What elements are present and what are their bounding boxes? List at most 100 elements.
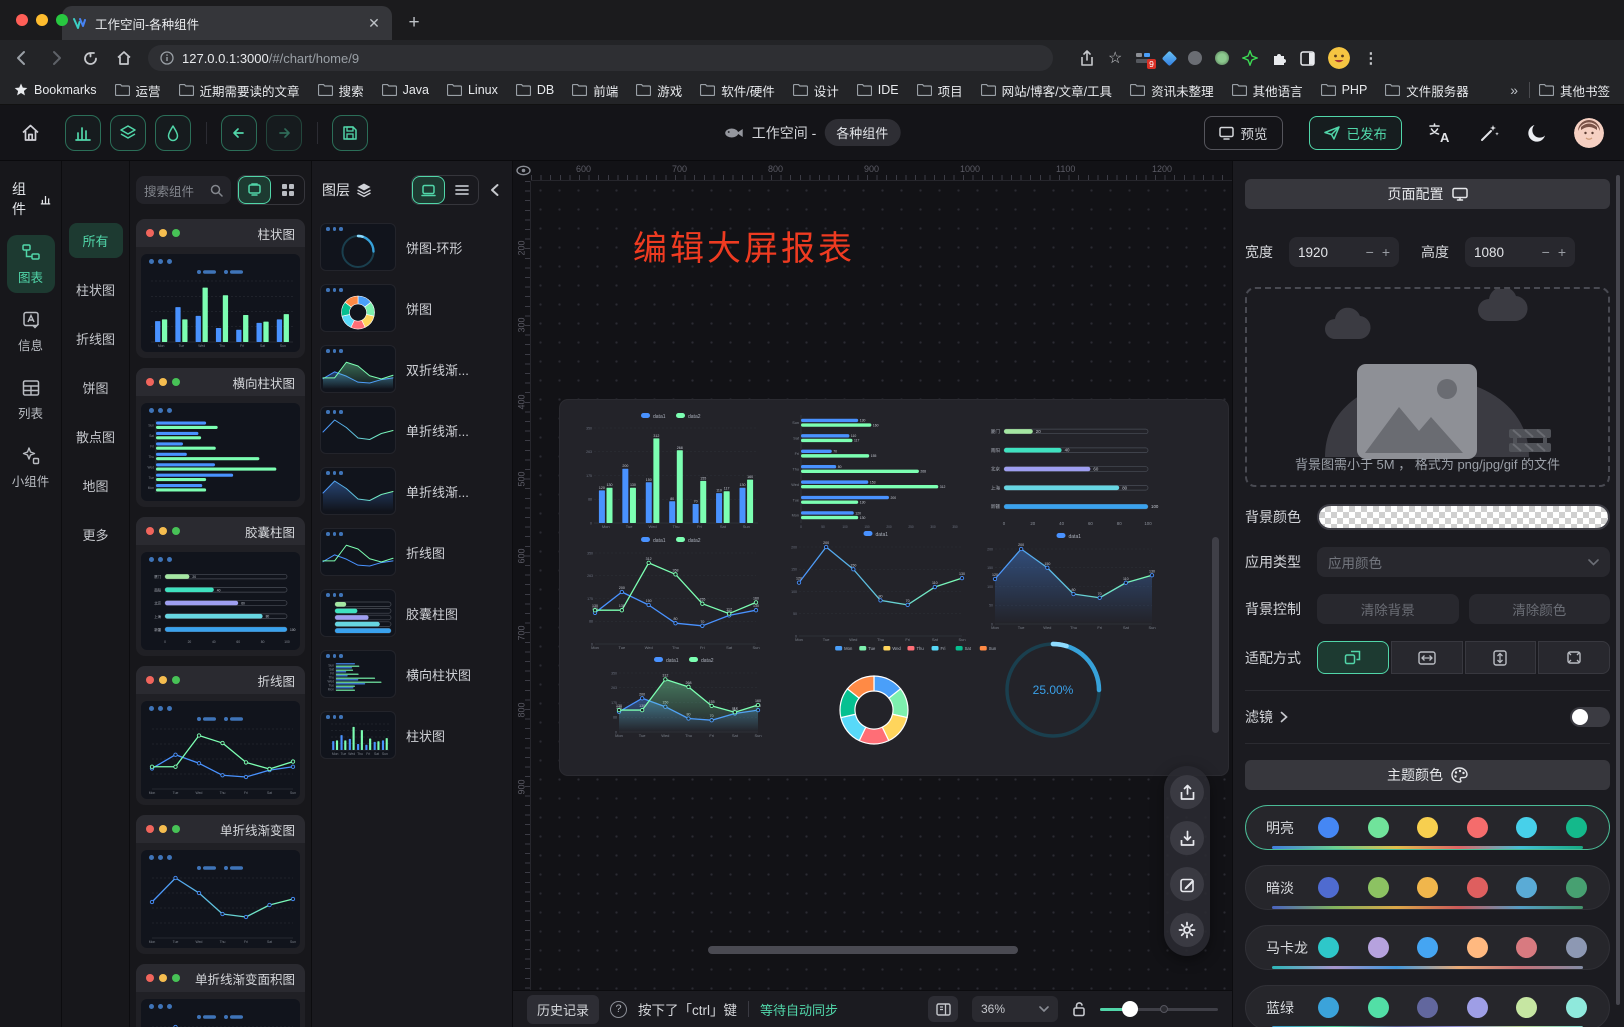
sidebar-item-widgets[interactable]: 小组件	[7, 439, 55, 497]
bookmarks-overflow-icon[interactable]: »	[1510, 82, 1518, 98]
chevron-right-icon[interactable]	[1280, 711, 1288, 723]
sidebar-toggle-icon[interactable]	[1300, 51, 1315, 66]
layer-item[interactable]: 双折线渐...	[320, 345, 504, 393]
vertical-scrollbar[interactable]	[1212, 537, 1219, 733]
theme-color-dot[interactable]	[1467, 877, 1488, 898]
import-button[interactable]	[1170, 821, 1204, 855]
theme-color-dot[interactable]	[1318, 817, 1339, 838]
chart-category-item[interactable]: 所有	[69, 223, 123, 258]
bookmark-folder[interactable]: 项目	[917, 81, 963, 100]
theme-color-dot[interactable]	[1368, 997, 1389, 1018]
extension-icon-gray[interactable]	[1188, 51, 1202, 65]
bg-color-swatch[interactable]	[1317, 504, 1610, 530]
reload-icon[interactable]	[80, 48, 100, 68]
export-button[interactable]	[1170, 775, 1204, 809]
bookmark-folder[interactable]: 文件服务器	[1385, 81, 1469, 100]
theme-color-dot[interactable]	[1566, 817, 1587, 838]
panel-scrollbar[interactable]	[1616, 175, 1620, 1005]
clear-color-button[interactable]: 清除颜色	[1469, 594, 1611, 624]
dashboard-chart-line2[interactable]: data1data2088175263350120200150807011013…	[580, 534, 764, 654]
theme-row-蓝绿[interactable]: 蓝绿	[1245, 985, 1610, 1027]
project-name-badge[interactable]: 各种组件	[824, 119, 900, 146]
bookmark-folder[interactable]: 运营	[115, 81, 161, 100]
theme-color-header[interactable]: 主题颜色	[1245, 760, 1610, 790]
minimize-window-button[interactable]	[36, 14, 48, 26]
bookmark-folder[interactable]: 资讯未整理	[1130, 81, 1214, 100]
tab-close-icon[interactable]: ✕	[366, 15, 382, 32]
theme-color-dot[interactable]	[1417, 937, 1438, 958]
chart-category-item[interactable]: 柱状图	[69, 272, 123, 307]
component-card[interactable]: 柱状图 MonTueWedThuFriSatSun	[136, 219, 305, 358]
layer-item[interactable]: MonTueWedThuFriSatSun 柱状图	[320, 711, 504, 759]
theme-row-马卡龙[interactable]: 马卡龙	[1245, 925, 1610, 970]
publish-button[interactable]: 已发布	[1309, 116, 1403, 150]
dashboard-chart-bar[interactable]: data1data2088175263350120130Mon200130Tue…	[580, 410, 764, 532]
clear-background-button[interactable]: 清除背景	[1317, 594, 1459, 624]
dashboard-chart-capsule[interactable]: 厦门20南阳40北京60上海80新疆100020406080100	[980, 416, 1160, 532]
layer-item[interactable]: MonTueWedThuFriSatSun 横向柱状图	[320, 650, 504, 698]
slider-knob[interactable]	[1122, 1001, 1138, 1017]
sidebar-item-charts[interactable]: 图表	[7, 235, 55, 293]
zoom-slider[interactable]	[1100, 1008, 1218, 1011]
canvas-grid[interactable]: 编辑大屏报表 data1data2088175263350120130Mon20…	[531, 181, 1232, 990]
bookmark-folder[interactable]: DB	[516, 83, 554, 97]
dashboard-preview[interactable]: data1data2088175263350120130Mon200130Tue…	[560, 400, 1228, 775]
chart-category-item[interactable]: 地图	[69, 468, 123, 503]
lock-icon[interactable]	[1072, 1001, 1086, 1017]
horizontal-scrollbar[interactable]	[708, 946, 1018, 954]
fit-stretch-button[interactable]	[1538, 641, 1610, 674]
layer-item[interactable]: 单折线渐...	[320, 467, 504, 515]
layer-item[interactable]: 单折线渐...	[320, 406, 504, 454]
save-button[interactable]	[332, 115, 368, 151]
component-card[interactable]: 单折线渐变面积图 MonTueWedThuFriSatSun	[136, 964, 305, 1027]
theme-color-dot[interactable]	[1516, 997, 1537, 1018]
decrement-icon[interactable]: −	[1366, 244, 1374, 260]
bookmark-folder[interactable]: PHP	[1321, 83, 1368, 97]
bookmark-folder[interactable]: Java	[382, 83, 429, 97]
chart-category-item[interactable]: 折线图	[69, 321, 123, 356]
theme-color-dot[interactable]	[1516, 877, 1537, 898]
edit-button[interactable]	[1170, 867, 1204, 901]
theme-color-dot[interactable]	[1566, 997, 1587, 1018]
forward-icon[interactable]	[46, 48, 66, 68]
theme-color-dot[interactable]	[1368, 937, 1389, 958]
decrement-icon[interactable]: −	[1542, 244, 1550, 260]
bookmark-folder[interactable]: Linux	[447, 83, 498, 97]
other-bookmarks-folder[interactable]: 其他书签	[1539, 81, 1610, 100]
bookmark-folder[interactable]: 前端	[572, 81, 618, 100]
theme-color-dot[interactable]	[1318, 997, 1339, 1018]
component-card[interactable]: 折线图 MonTueWedThuFriSatSun	[136, 666, 305, 805]
list-view-toggle[interactable]	[445, 176, 478, 204]
theme-color-dot[interactable]	[1516, 937, 1537, 958]
search-input[interactable]: 搜索组件	[136, 176, 231, 204]
redo-button[interactable]	[266, 115, 302, 151]
user-avatar[interactable]	[1574, 118, 1604, 148]
theme-row-暗淡[interactable]: 暗淡	[1245, 865, 1610, 910]
canvas-text-note[interactable]: 编辑大屏报表	[633, 221, 855, 270]
layout-panel-icon[interactable]	[928, 996, 958, 1022]
dashboard-chart-area1[interactable]: data10501001502001202001508070110130MonT…	[980, 530, 1160, 634]
width-input[interactable]: 1920 −+	[1289, 237, 1399, 267]
theme-color-dot[interactable]	[1318, 937, 1339, 958]
theme-color-dot[interactable]	[1368, 877, 1389, 898]
extension-icon-kite[interactable]	[1162, 50, 1178, 66]
extension-icon-green-star[interactable]	[1242, 50, 1258, 66]
bookmarks-root[interactable]: Bookmarks	[14, 83, 97, 97]
fit-width-button[interactable]	[1391, 641, 1463, 674]
extension-icon-keyboard[interactable]: 9	[1135, 51, 1151, 65]
settings-gear-icon[interactable]	[1170, 913, 1204, 947]
increment-icon[interactable]: +	[1382, 244, 1390, 260]
chart-category-item[interactable]: 散点图	[69, 419, 123, 454]
theme-color-dot[interactable]	[1516, 817, 1537, 838]
dark-mode-moon-icon[interactable]	[1526, 122, 1548, 144]
new-tab-button[interactable]: +	[400, 9, 428, 37]
undo-button[interactable]	[221, 115, 257, 151]
theme-color-dot[interactable]	[1417, 997, 1438, 1018]
back-icon[interactable]	[12, 48, 32, 68]
height-input[interactable]: 1080 −+	[1465, 237, 1575, 267]
thumbnail-view-toggle[interactable]	[412, 176, 445, 204]
zoom-level-select[interactable]: 36%	[972, 996, 1058, 1022]
bookmark-folder[interactable]: IDE	[857, 83, 899, 97]
chart-panel-toggle-button[interactable]	[65, 115, 101, 151]
theme-color-dot[interactable]	[1566, 937, 1587, 958]
